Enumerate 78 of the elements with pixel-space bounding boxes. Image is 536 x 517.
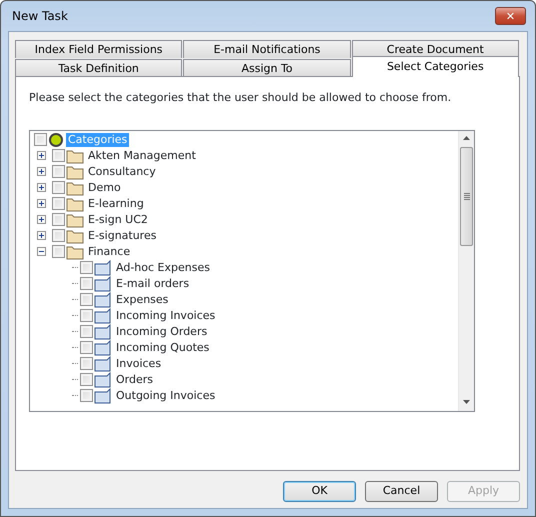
document-icon <box>94 372 112 388</box>
checkbox[interactable] <box>52 149 65 162</box>
expand-button[interactable] <box>37 151 46 160</box>
tree-item[interactable]: Incoming Quotes <box>114 340 212 354</box>
tab[interactable]: Assign To <box>183 59 351 77</box>
folder-icon <box>66 212 84 228</box>
checkbox[interactable] <box>80 293 93 306</box>
minus-icon <box>38 248 45 255</box>
tree-item[interactable]: Outgoing Invoices <box>114 388 218 402</box>
tab[interactable]: E-mail Notifications <box>183 40 351 58</box>
document-icon <box>94 260 112 276</box>
window-title: New Task <box>12 8 68 25</box>
tab[interactable]: Select Categories <box>352 56 519 77</box>
down-arrow-icon <box>463 400 470 404</box>
checkbox[interactable] <box>80 261 93 274</box>
tab[interactable]: Task Definition <box>15 59 182 77</box>
tree-item[interactable]: Expenses <box>114 292 170 306</box>
tree-item[interactable]: Incoming Invoices <box>114 308 218 322</box>
expand-button[interactable] <box>37 215 46 224</box>
checkbox[interactable] <box>52 165 65 178</box>
tree-item[interactable]: Finance <box>86 244 132 258</box>
vertical-scrollbar[interactable] <box>458 130 474 410</box>
dialog-button[interactable]: Cancel <box>365 481 438 502</box>
plus-icon <box>38 168 45 175</box>
expand-button[interactable] <box>37 183 46 192</box>
document-icon <box>94 356 112 372</box>
tab[interactable]: Index Field Permissions <box>15 40 182 58</box>
document-icon <box>94 388 112 404</box>
grip-icon <box>464 192 470 200</box>
plus-icon <box>38 232 45 239</box>
tree-item[interactable]: Consultancy <box>86 164 158 178</box>
checkbox[interactable] <box>52 245 65 258</box>
up-arrow-icon <box>463 136 470 140</box>
plus-icon <box>38 184 45 191</box>
scroll-thumb[interactable] <box>460 146 473 246</box>
dialog-button[interactable]: OK <box>283 481 356 502</box>
close-button[interactable]: ✕ <box>495 7 526 25</box>
checkbox[interactable] <box>52 213 65 226</box>
expand-button[interactable] <box>37 167 46 176</box>
tree-item[interactable]: E-mail orders <box>114 276 192 290</box>
folder-icon <box>66 228 84 244</box>
expand-button[interactable] <box>37 199 46 208</box>
status-dot-icon <box>48 132 64 148</box>
tree-item[interactable]: Ad-hoc Expenses <box>114 260 212 274</box>
document-icon <box>94 340 112 356</box>
document-icon <box>94 308 112 324</box>
tree-item[interactable]: E-signatures <box>86 228 158 242</box>
checkbox[interactable] <box>80 309 93 322</box>
tree-item[interactable]: E-learning <box>86 196 146 210</box>
checkbox[interactable] <box>80 357 93 370</box>
folder-icon <box>66 244 84 260</box>
checkbox[interactable] <box>52 229 65 242</box>
plus-icon <box>38 200 45 207</box>
checkbox[interactable] <box>80 389 93 402</box>
collapse-button[interactable] <box>37 247 46 256</box>
plus-icon <box>38 152 45 159</box>
checkbox[interactable] <box>80 373 93 386</box>
document-icon <box>94 324 112 340</box>
expand-button[interactable] <box>37 231 46 240</box>
checkbox[interactable] <box>80 325 93 338</box>
checkbox[interactable] <box>80 341 93 354</box>
folder-icon <box>66 164 84 180</box>
plus-icon <box>38 216 45 223</box>
tree-item[interactable]: Invoices <box>114 356 164 370</box>
document-icon <box>94 276 112 292</box>
folder-icon <box>66 180 84 196</box>
instruction-text: Please select the categories that the user should be allowed to choose from. <box>29 90 452 106</box>
tree-item[interactable]: Akten Management <box>86 148 198 162</box>
tree-item[interactable]: Demo <box>86 180 123 194</box>
document-icon <box>94 292 112 308</box>
tree-item[interactable]: Orders <box>114 372 155 386</box>
tree-item[interactable]: E-sign UC2 <box>86 212 150 226</box>
folder-icon <box>66 196 84 212</box>
tree-item[interactable]: Incoming Orders <box>114 324 210 338</box>
checkbox[interactable] <box>52 181 65 194</box>
checkbox[interactable] <box>52 197 65 210</box>
checkbox[interactable] <box>34 133 47 146</box>
checkbox[interactable] <box>80 277 93 290</box>
